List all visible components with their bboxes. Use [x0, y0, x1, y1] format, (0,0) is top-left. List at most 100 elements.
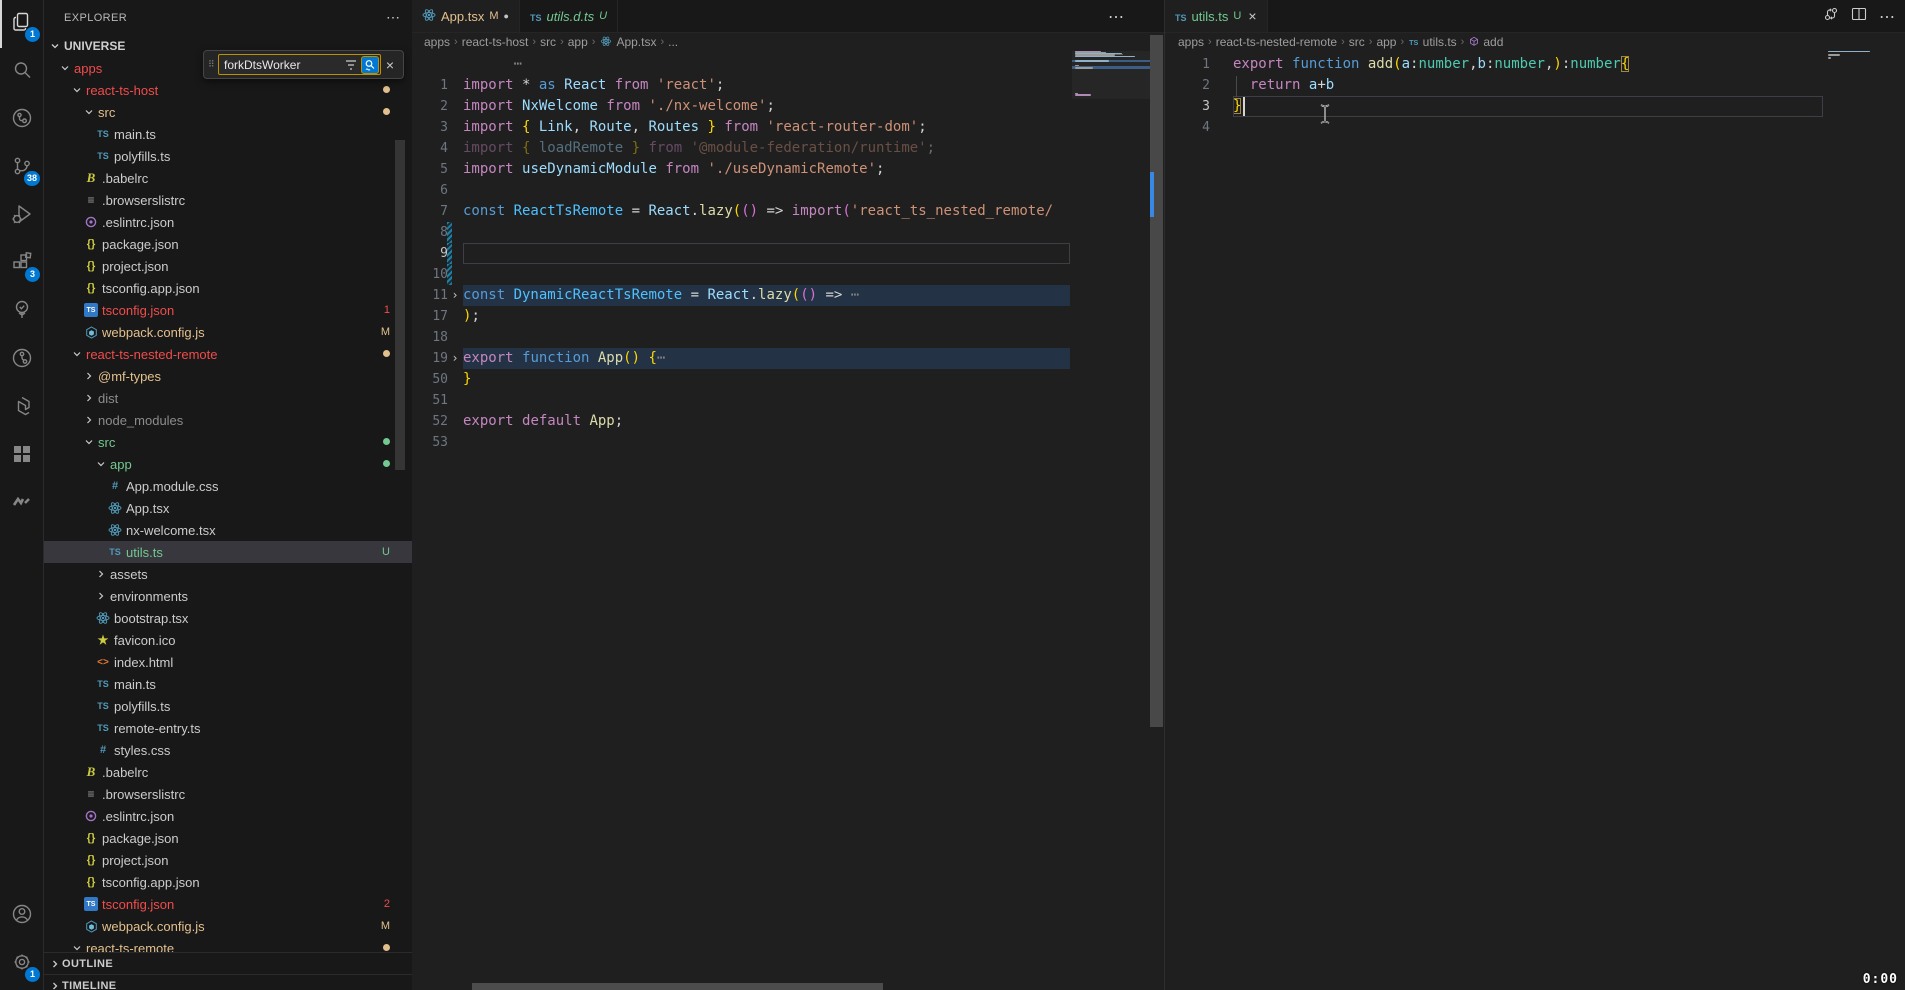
tree-item-main.ts[interactable]: TSmain.ts	[44, 123, 412, 145]
tree-item-styles.css[interactable]: #styles.css	[44, 739, 412, 761]
code-editor-left[interactable]: ⋯1import * as React from 'react';2import…	[412, 51, 1164, 453]
close-tab-icon[interactable]: ×	[1248, 8, 1256, 24]
code-line[interactable]: 7const ReactTsRemote = React.lazy(() => …	[412, 201, 1164, 222]
tree-item-.babelrc[interactable]: B.babelrc	[44, 761, 412, 783]
breadcrumb-item[interactable]: app	[1376, 35, 1396, 49]
code-line[interactable]: 9	[412, 243, 1164, 264]
code-line[interactable]: 18	[412, 327, 1164, 348]
code-line[interactable]: 51	[412, 390, 1164, 411]
code-line[interactable]: 19›export function App() {⋯	[412, 348, 1164, 369]
sidebar-scrollbar[interactable]	[395, 140, 405, 470]
tree-item-tsconfig.app.json[interactable]: {}tsconfig.app.json	[44, 277, 412, 299]
code-line[interactable]: 3}	[1165, 96, 1905, 117]
breadcrumb-item[interactable]: apps	[1178, 35, 1204, 49]
tree-item-src[interactable]: src	[44, 431, 412, 453]
code-line[interactable]: 11›const DynamicReactTsRemote = React.la…	[412, 285, 1164, 306]
activity-item-extensions[interactable]: 3	[0, 240, 44, 288]
outline-section[interactable]: OUTLINE	[44, 952, 412, 974]
activity-item-slashes-tool[interactable]	[0, 480, 44, 528]
breadcrumb-item[interactable]: app	[568, 35, 588, 49]
code-line[interactable]: 10	[412, 264, 1164, 285]
code-line[interactable]: 53	[412, 432, 1164, 453]
tree-item-remote-entry.ts[interactable]: TSremote-entry.ts	[44, 717, 412, 739]
horizontal-scrollbar[interactable]	[472, 983, 883, 990]
code-line[interactable]: 8	[412, 222, 1164, 243]
tree-item-environments[interactable]: environments	[44, 585, 412, 607]
tab-App.tsx[interactable]: App.tsxM●	[412, 0, 520, 32]
fold-chevron-icon[interactable]: ›	[449, 348, 461, 369]
code-line[interactable]: 2import NxWelcome from './nx-welcome';	[412, 96, 1164, 117]
breadcrumb-item[interactable]: apps	[424, 35, 450, 49]
tree-item-project.json[interactable]: {}project.json	[44, 255, 412, 277]
tree-item-tsconfig.json[interactable]: TStsconfig.json2	[44, 893, 412, 915]
breadcrumb-item[interactable]: ...	[668, 35, 678, 49]
tree-item-index.html[interactable]: <>index.html	[44, 651, 412, 673]
code-line[interactable]: 5import useDynamicModule from './useDyna…	[412, 159, 1164, 180]
find-input[interactable]: forkDtsWorker	[224, 58, 342, 72]
tree-item-polyfills.ts[interactable]: TSpolyfills.ts	[44, 145, 412, 167]
breadcrumb-item[interactable]: src	[1349, 35, 1365, 49]
breadcrumb-item[interactable]: react-ts-nested-remote	[1216, 35, 1337, 49]
tree-item-.babelrc[interactable]: B.babelrc	[44, 167, 412, 189]
breadcrumb-item[interactable]: src	[540, 35, 556, 49]
activity-item-accounts[interactable]	[0, 892, 44, 940]
tree-item-polyfills.ts[interactable]: TSpolyfills.ts	[44, 695, 412, 717]
tree-item-project.json[interactable]: {}project.json	[44, 849, 412, 871]
tree-item-.browserslistrc[interactable]: ≡.browserslistrc	[44, 783, 412, 805]
activity-item-settings[interactable]: 1	[0, 940, 44, 988]
breadcrumb-item[interactable]: TSutils.ts	[1408, 35, 1457, 49]
code-line[interactable]: 17);	[412, 306, 1164, 327]
tree-item-nx-welcome.tsx[interactable]: nx-welcome.tsx	[44, 519, 412, 541]
tab-utils.d.ts[interactable]: TSutils.d.tsU	[520, 0, 618, 32]
vertical-scrollbar[interactable]	[1150, 35, 1163, 727]
activity-item-testing-tree[interactable]	[0, 288, 44, 336]
activity-item-nx-console[interactable]	[0, 384, 44, 432]
filter-icon[interactable]	[342, 56, 360, 74]
code-line[interactable]: 4	[1165, 117, 1905, 138]
breadcrumb-item[interactable]: add	[1468, 35, 1503, 50]
split-editor-icon[interactable]	[1851, 6, 1867, 27]
more-actions-icon[interactable]: ⋯	[1879, 7, 1895, 27]
code-line[interactable]: 4import { loadRemote } from '@module-fed…	[412, 138, 1164, 159]
tree-item-src[interactable]: src	[44, 101, 412, 123]
tree-item-tsconfig.json[interactable]: TStsconfig.json1	[44, 299, 412, 321]
sync-icon[interactable]	[1823, 6, 1839, 27]
tree-item-bootstrap.tsx[interactable]: bootstrap.tsx	[44, 607, 412, 629]
activity-item-run-debug[interactable]	[0, 192, 44, 240]
tree-item-tsconfig.app.json[interactable]: {}tsconfig.app.json	[44, 871, 412, 893]
tree-item-assets[interactable]: assets	[44, 563, 412, 585]
code-line[interactable]: 3import { Link, Route, Routes } from 're…	[412, 117, 1164, 138]
tree-item-app[interactable]: app	[44, 453, 412, 475]
more-actions-icon[interactable]: ⋯	[1108, 7, 1124, 27]
code-line[interactable]: 1export function add(a:number,b:number,)…	[1165, 54, 1905, 75]
code-line[interactable]: 6	[412, 180, 1164, 201]
tree-item-@mf-types[interactable]: @mf-types	[44, 365, 412, 387]
close-icon[interactable]: ×	[381, 57, 399, 73]
code-line[interactable]: ⋯	[412, 54, 1164, 75]
tab-utils.ts[interactable]: TSutils.tsU×	[1165, 0, 1268, 32]
tree-item-webpack.config.js[interactable]: webpack.config.jsM	[44, 915, 412, 937]
find-input-box[interactable]: forkDtsWorker	[218, 54, 381, 75]
code-editor-right[interactable]: 1export function add(a:number,b:number,)…	[1165, 51, 1905, 138]
tree-item-main.ts[interactable]: TSmain.ts	[44, 673, 412, 695]
activity-item-source-control[interactable]: 38	[0, 144, 44, 192]
activity-item-grid-tool[interactable]	[0, 432, 44, 480]
tree-item-utils.ts[interactable]: TSutils.tsU	[44, 541, 412, 563]
tree-item-.browserslistrc[interactable]: ≡.browserslistrc	[44, 189, 412, 211]
fold-chevron-icon[interactable]: ›	[449, 285, 461, 306]
code-line[interactable]: 2 return a+b	[1165, 75, 1905, 96]
breadcrumb-item[interactable]: react-ts-host	[462, 35, 529, 49]
minimap[interactable]	[1825, 51, 1873, 67]
tree-item-react-ts-nested-remote[interactable]: react-ts-nested-remote	[44, 343, 412, 365]
tree-item-package.json[interactable]: {}package.json	[44, 233, 412, 255]
tree-item-dist[interactable]: dist	[44, 387, 412, 409]
drag-grip-icon[interactable]: ⠿	[208, 60, 218, 69]
minimap[interactable]	[1072, 51, 1150, 99]
code-line[interactable]: 52export default App;	[412, 411, 1164, 432]
tree-item-favicon.ico[interactable]: ★favicon.ico	[44, 629, 412, 651]
activity-item-search[interactable]	[0, 48, 44, 96]
tree-item-node-modules[interactable]: node_modules	[44, 409, 412, 431]
tree-item-App.tsx[interactable]: App.tsx	[44, 497, 412, 519]
activity-item-remote-explorer[interactable]	[0, 96, 44, 144]
tree-item-webpack.config.js[interactable]: webpack.config.jsM	[44, 321, 412, 343]
